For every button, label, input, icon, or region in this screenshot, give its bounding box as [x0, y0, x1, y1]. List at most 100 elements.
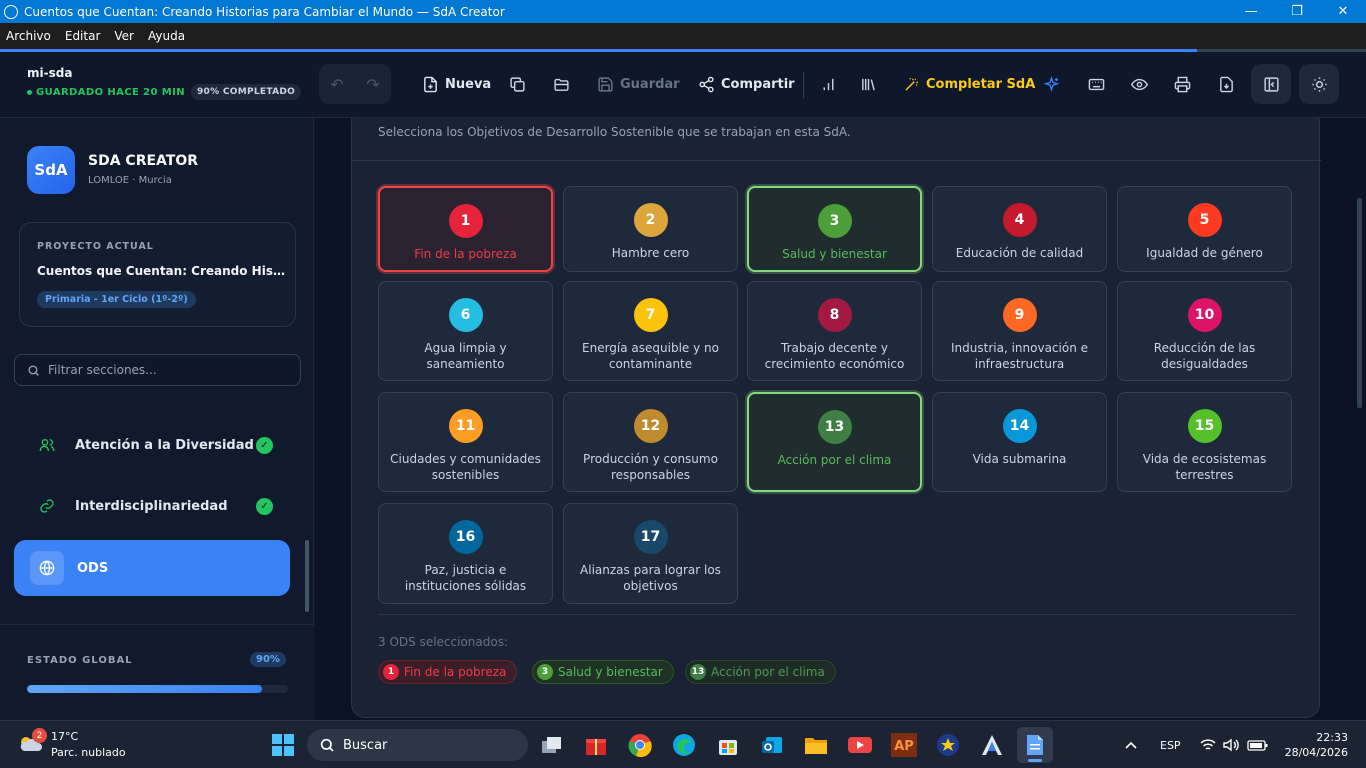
taskbar-search[interactable]: Buscar [307, 729, 528, 761]
ods-tile-5[interactable]: 5 Igualdad de género [1117, 186, 1292, 272]
language-indicator[interactable]: ESP [1160, 721, 1181, 768]
redo-icon[interactable]: ↷ [366, 75, 379, 94]
wifi-icon[interactable] [1200, 721, 1216, 768]
ai-button[interactable] [1031, 64, 1071, 104]
bar-chart-icon [823, 78, 833, 90]
chip-label: Fin de la pobreza [404, 665, 507, 679]
ods-tile-12[interactable]: 12 Producción y consumo responsables [563, 392, 738, 492]
undo-icon[interactable]: ↶ [330, 75, 343, 94]
ods-tile-14[interactable]: 14 Vida submarina [932, 392, 1107, 492]
file-explorer-icon[interactable] [798, 727, 834, 763]
print-button[interactable] [1162, 64, 1202, 104]
sidebar-scrollbar[interactable] [305, 402, 310, 612]
current-project-card[interactable]: PROYECTO ACTUAL Cuentos que Cuentan: Cre… [19, 222, 296, 327]
sidebar-scroll-thumb[interactable] [305, 540, 309, 612]
clock[interactable]: 22:33 28/04/2026 [1282, 730, 1348, 760]
battery-icon[interactable] [1247, 721, 1269, 768]
chip-number: 3 [537, 664, 553, 680]
menu-editar[interactable]: Editar [58, 29, 108, 43]
ods-tile-11[interactable]: 11 Ciudades y comunidades sostenibles [378, 392, 553, 492]
menu-ayuda[interactable]: Ayuda [141, 29, 192, 43]
menu-archivo[interactable]: Archivo [0, 29, 58, 43]
sidebar-item-label: ODS [77, 560, 109, 576]
ods-label: Hambre cero [611, 246, 690, 260]
ods-number-badge: 15 [1187, 409, 1222, 443]
store-icon[interactable] [710, 727, 746, 763]
sparkles-icon [1043, 75, 1059, 92]
ods-tile-10[interactable]: 10 Reducción de las desigualdades [1117, 281, 1292, 381]
library-icon [861, 78, 875, 90]
selected-ods-chip[interactable]: 3 Salud y bienestar [532, 660, 674, 684]
ods-tile-17[interactable]: 17 Alianzas para lograr los objetivos [563, 503, 738, 604]
minimize-button[interactable]: — [1228, 0, 1274, 23]
ods-tile-9[interactable]: 9 Industria, innovación e infraestructura [932, 281, 1107, 381]
ods-tile-7[interactable]: 7 Energía asequible y no contaminante [563, 281, 738, 381]
arch-app-icon[interactable] [974, 727, 1010, 763]
sidebar-item-label: Interdisciplinariedad [75, 498, 228, 514]
ap-app-icon[interactable]: AP [886, 727, 922, 763]
weather-widget[interactable]: 2 17°C Parc. nublado [18, 728, 138, 764]
sidebar-item-interdisciplinariedad[interactable]: Interdisciplinariedad ✓ [14, 478, 290, 534]
ods-number-badge: 1 [448, 204, 483, 238]
sidebar-item-atencion-diversidad[interactable]: Atención a la Diversidad ✓ [14, 417, 290, 473]
theme-toggle-button[interactable] [1299, 64, 1339, 104]
close-button[interactable]: ✕ [1320, 0, 1366, 23]
keyboard-button[interactable] [1076, 64, 1116, 104]
preview-button[interactable] [1119, 64, 1159, 104]
ods-number-badge: 13 [817, 410, 852, 444]
new-button[interactable]: Nueva [422, 64, 491, 104]
youtube-icon[interactable] [842, 727, 878, 763]
ods-tile-16[interactable]: 16 Paz, justicia e instituciones sólidas [378, 503, 553, 604]
ods-number-badge: 9 [1002, 298, 1037, 332]
sda-creator-app-icon[interactable] [1017, 727, 1053, 763]
export-button[interactable] [1206, 64, 1246, 104]
main-scrollbar[interactable] [1357, 198, 1362, 408]
current-project-name: Cuentos que Cuentan: Creando Historias p… [37, 264, 287, 278]
ods-tile-4[interactable]: 4 Educación de calidad [932, 186, 1107, 272]
ods-tile-3[interactable]: 3 Salud y bienestar [747, 186, 922, 272]
chip-number: 1 [383, 664, 399, 680]
library-button[interactable] [848, 64, 888, 104]
selected-ods-chip[interactable]: 1 Fin de la pobreza [378, 660, 518, 684]
share-button[interactable]: Compartir [698, 64, 795, 104]
volume-icon[interactable] [1222, 721, 1240, 768]
clock-time: 22:33 [1316, 731, 1348, 744]
ods-label: Paz, justicia e instituciones sólidas [404, 563, 527, 593]
ods-tile-1[interactable]: 1 Fin de la pobreza [378, 186, 553, 272]
open-button[interactable] [541, 64, 581, 104]
windows-icon [272, 734, 294, 756]
sidebar-icon [1263, 76, 1279, 92]
complete-sda-label: Completar SdA [926, 76, 1036, 92]
global-status-percent: 90% [250, 652, 286, 667]
check-circle-icon: ✓ [256, 497, 273, 515]
app-icon [4, 4, 18, 19]
maximize-button[interactable]: ❐ [1274, 0, 1320, 23]
search-icon [28, 364, 39, 376]
share-label: Compartir [721, 76, 795, 92]
ods-tile-2[interactable]: 2 Hambre cero [563, 186, 738, 272]
gift-app-icon[interactable] [578, 727, 614, 763]
edge-icon[interactable] [666, 727, 702, 763]
new-label: Nueva [445, 76, 492, 92]
duplicate-button[interactable] [497, 64, 537, 104]
chip-label: Salud y bienestar [558, 665, 663, 679]
ods-tile-13[interactable]: 13 Acción por el clima [747, 392, 922, 492]
save-button[interactable]: Guardar [597, 64, 680, 104]
start-button[interactable] [265, 727, 301, 763]
tray-chevron-icon[interactable] [1124, 721, 1138, 768]
stats-button[interactable] [808, 64, 848, 104]
filter-sections-input[interactable]: Filtrar secciones... [14, 354, 301, 386]
chrome-icon[interactable] [622, 727, 658, 763]
star-app-icon[interactable] [930, 727, 966, 763]
ods-tile-15[interactable]: 15 Vida de ecosistemas terrestres [1117, 392, 1292, 492]
outlook-icon[interactable] [754, 727, 790, 763]
selected-ods-chip[interactable]: 13 Acción por el clima [685, 660, 836, 684]
sidebar-item-ods[interactable]: ODS [14, 540, 290, 596]
menu-ver[interactable]: Ver [107, 29, 141, 43]
complete-sda-button[interactable]: Completar SdA [903, 64, 1035, 104]
ods-number-badge: 12 [633, 409, 668, 443]
toggle-sidebar-button[interactable] [1251, 64, 1291, 104]
task-view-icon[interactable] [534, 727, 570, 763]
ods-tile-6[interactable]: 6 Agua limpia y saneamiento [378, 281, 553, 381]
ods-tile-8[interactable]: 8 Trabajo decente y crecimiento económico [747, 281, 922, 381]
